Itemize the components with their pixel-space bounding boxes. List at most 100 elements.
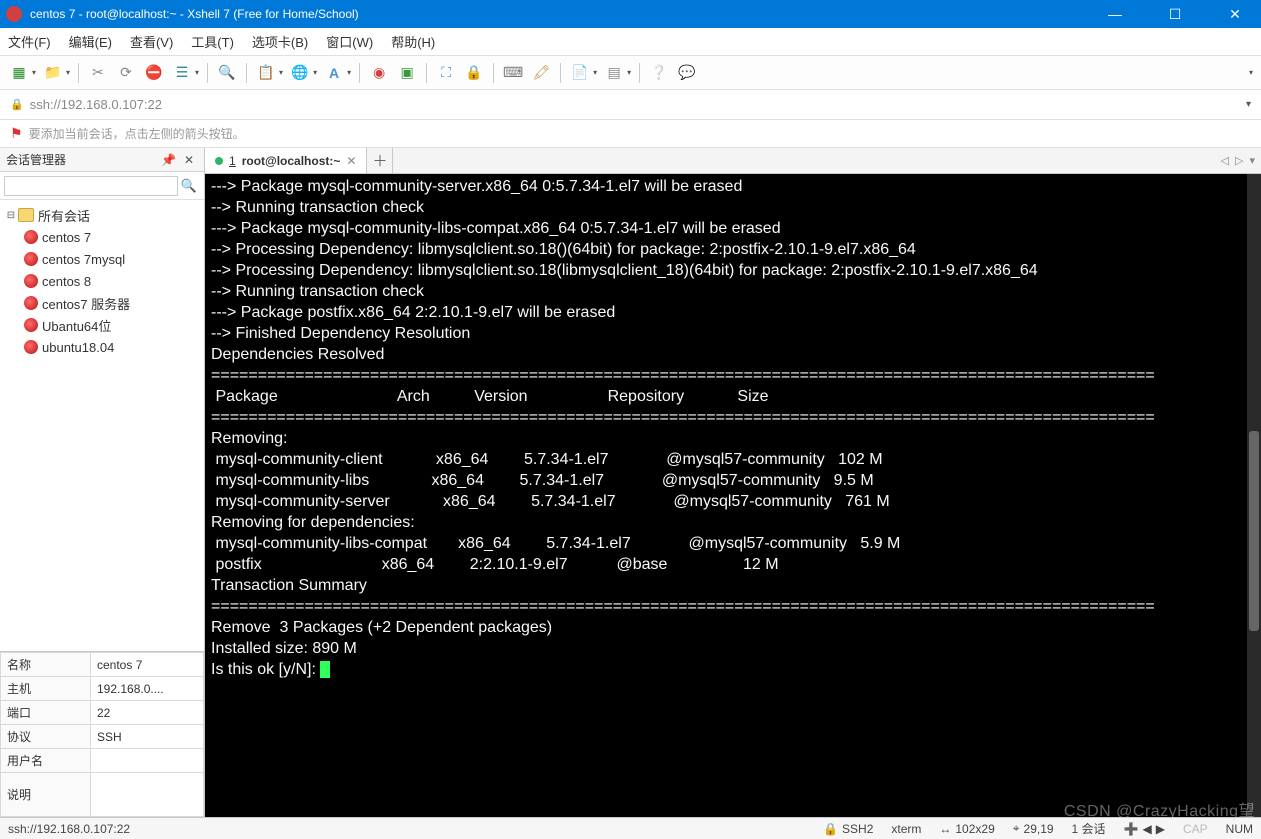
terminal[interactable]: ---> Package mysql-community-server.x86_… [205, 174, 1261, 817]
prop-key: 协议 [1, 725, 91, 749]
status-cap: CAP [1183, 822, 1208, 836]
tab-prev-icon[interactable]: ◁ [1221, 154, 1229, 167]
tab-close-icon[interactable]: ✕ [346, 154, 356, 168]
session-item[interactable]: Ubantu64位 [2, 314, 202, 336]
flag-icon: ⚑ [10, 125, 23, 142]
new-session-icon[interactable]: ▦ [8, 62, 30, 84]
copy-drop[interactable]: ▾ [279, 68, 283, 77]
chat-icon[interactable]: 💬 [676, 62, 698, 84]
separator [560, 63, 561, 83]
green-square-icon[interactable]: ▣ [396, 62, 418, 84]
session-item[interactable]: ubuntu18.04 [2, 336, 202, 358]
sidebar-search: 🔍 [0, 172, 204, 200]
search-input[interactable] [4, 176, 178, 196]
scrollbar-thumb[interactable] [1249, 431, 1259, 631]
prop-val: SSH [91, 725, 204, 749]
copy-icon[interactable]: 📋 [255, 62, 277, 84]
layout-icon[interactable]: ▤ [603, 62, 625, 84]
toolbar: ▦▾ 📁▾ ✂ ⟳ ⛔ ☰▾ 🔍 📋▾ 🌐▾ A▾ ◉ ▣ ⛶ 🔒 ⌨ 🖍 📄▾… [0, 56, 1261, 90]
menu-tools[interactable]: 工具(T) [191, 32, 234, 51]
pin-icon[interactable]: 📌 [157, 153, 180, 167]
terminal-line: Remove 3 Packages (+2 Dependent packages… [211, 617, 1255, 638]
search-icon[interactable]: 🔍 [178, 178, 200, 194]
lock-icon[interactable]: 🔒 [463, 62, 485, 84]
session-item[interactable]: centos 8 [2, 270, 202, 292]
tab-nav: ◁ ▷ ▾ [1215, 148, 1261, 173]
toolbar-overflow[interactable]: ▾ [1249, 68, 1253, 77]
disconnect-icon[interactable]: ⛔ [143, 62, 165, 84]
properties-icon[interactable]: ☰ [171, 62, 193, 84]
scrollbar[interactable] [1247, 174, 1261, 817]
help-icon[interactable]: ❔ [648, 62, 670, 84]
fullscreen-icon[interactable]: ⛶ [435, 62, 457, 84]
session-label: Ubantu64位 [42, 316, 111, 335]
tab-list-icon[interactable]: ▾ [1249, 154, 1255, 167]
globe-drop[interactable]: ▾ [313, 68, 317, 77]
highlight-icon[interactable]: 🖍 [530, 62, 552, 84]
menu-view[interactable]: 查看(V) [130, 32, 173, 51]
tab-next-icon[interactable]: ▷ [1235, 154, 1243, 167]
terminal-line: postfix x86_64 2:2.10.1-9.el7 @base 12 M [211, 554, 1255, 575]
open-drop[interactable]: ▾ [66, 68, 70, 77]
layout-drop[interactable]: ▾ [627, 68, 631, 77]
session-icon [24, 252, 38, 266]
session-item[interactable]: centos 7 [2, 226, 202, 248]
scissors-icon[interactable]: ✂ [87, 62, 109, 84]
reconnect-icon[interactable]: ⟳ [115, 62, 137, 84]
address-input[interactable] [30, 97, 1240, 112]
menu-file[interactable]: 文件(F) [8, 32, 51, 51]
maximize-button[interactable]: ☐ [1155, 6, 1195, 23]
prop-val [91, 773, 204, 817]
new-tab-button[interactable]: ＋ [367, 148, 393, 173]
minimize-button[interactable]: — [1095, 6, 1135, 23]
status-term: xterm [891, 822, 921, 836]
script-icon[interactable]: 📄 [569, 62, 591, 84]
menu-help[interactable]: 帮助(H) [391, 32, 435, 51]
menu-edit[interactable]: 编辑(E) [69, 32, 112, 51]
terminal-line: ---> Package postfix.x86_64 2:2.10.1-9.e… [211, 302, 1255, 323]
globe-icon[interactable]: 🌐 [289, 62, 311, 84]
terminal-line: Package Arch Version Repository Size [211, 386, 1255, 407]
session-item[interactable]: centos 7mysql [2, 248, 202, 270]
size-icon: ↔ [939, 822, 951, 836]
close-button[interactable]: ✕ [1215, 6, 1255, 23]
prop-val: 22 [91, 701, 204, 725]
collapse-icon[interactable]: ⊟ [4, 210, 18, 221]
tree-root[interactable]: ⊟ 所有会话 [2, 204, 202, 226]
terminal-line: mysql-community-libs-compat x86_64 5.7.3… [211, 533, 1255, 554]
left-icon[interactable]: ◀ [1143, 822, 1152, 836]
new-session-drop[interactable]: ▾ [32, 68, 36, 77]
tip-bar: ⚑ 要添加当前会话，点击左侧的箭头按钮。 [0, 120, 1261, 148]
cursor-icon: ⌖ [1013, 821, 1020, 836]
title-bar: centos 7 - root@localhost:~ - Xshell 7 (… [0, 0, 1261, 28]
session-icon [24, 340, 38, 354]
search-icon[interactable]: 🔍 [216, 62, 238, 84]
session-label: centos 7 [42, 230, 91, 245]
prop-row: 名称centos 7 [1, 653, 204, 677]
prop-key: 用户名 [1, 749, 91, 773]
session-icon [24, 274, 38, 288]
open-folder-icon[interactable]: 📁 [42, 62, 64, 84]
menu-window[interactable]: 窗口(W) [326, 32, 373, 51]
tip-text: 要添加当前会话，点击左侧的箭头按钮。 [29, 125, 245, 142]
close-icon[interactable]: ✕ [180, 153, 198, 167]
keyboard-icon[interactable]: ⌨ [502, 62, 524, 84]
address-dropdown[interactable]: ▾ [1246, 99, 1251, 110]
right-icon[interactable]: ▶ [1156, 822, 1165, 836]
terminal-line: ---> Package mysql-community-libs-compat… [211, 218, 1255, 239]
plus-icon[interactable]: ➕ [1124, 822, 1139, 836]
session-item[interactable]: centos7 服务器 [2, 292, 202, 314]
menu-tabs[interactable]: 选项卡(B) [252, 32, 308, 51]
right-pane: 1 root@localhost:~ ✕ ＋ ◁ ▷ ▾ ---> Packag… [205, 148, 1261, 817]
script-drop[interactable]: ▾ [593, 68, 597, 77]
prop-row: 用户名 [1, 749, 204, 773]
props-drop[interactable]: ▾ [195, 68, 199, 77]
font-icon[interactable]: A [323, 62, 345, 84]
prop-key: 名称 [1, 653, 91, 677]
prop-key: 主机 [1, 677, 91, 701]
separator [493, 63, 494, 83]
red-circle-icon[interactable]: ◉ [368, 62, 390, 84]
font-drop[interactable]: ▾ [347, 68, 351, 77]
terminal-tab[interactable]: 1 root@localhost:~ ✕ [205, 148, 367, 173]
terminal-line: mysql-community-client x86_64 5.7.34-1.e… [211, 449, 1255, 470]
